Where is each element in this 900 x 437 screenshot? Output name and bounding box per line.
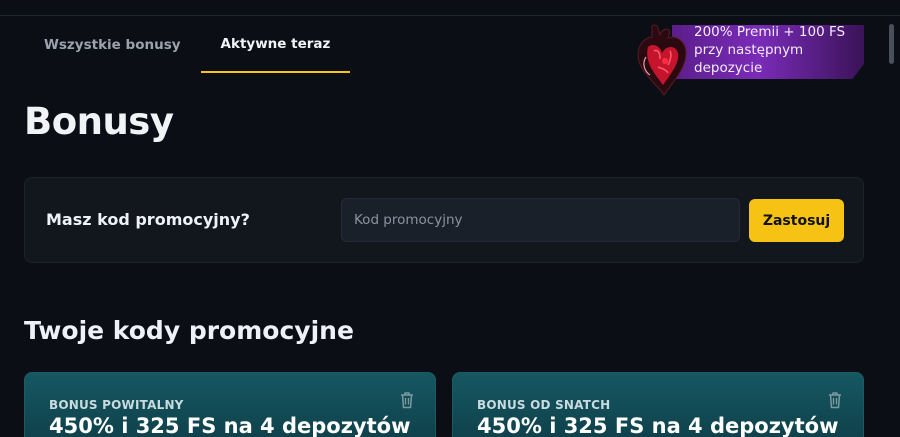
promo-banner-line-3: depozycie [694,60,763,76]
card-title: 450% i 325 FS na 4 depozytów [49,414,411,437]
apply-promo-button[interactable]: Zastosuj [749,199,844,242]
promo-banner-line-1: 200% Premii + 100 FS [694,24,846,40]
promo-banner-line-2: przy następnym [694,42,804,58]
trash-icon[interactable] [827,391,843,409]
trash-icon[interactable] [399,391,415,409]
card-title: 450% i 325 FS na 4 depozytów [477,414,839,437]
promo-code-card[interactable]: BONUS OD SNATCH 450% i 325 FS na 4 depoz… [452,372,864,437]
promo-code-label: Masz kod promocyjny? [46,210,250,229]
tab-all-bonuses[interactable]: Wszystkie bonusy [24,16,201,73]
promo-banner[interactable]: 200% Premii + 100 FS przy następnym depo… [632,23,866,96]
promo-code-input[interactable] [341,198,740,242]
section-title: Twoje kody promocyjne [24,316,354,345]
scrollbar-thumb[interactable] [889,24,894,64]
promo-code-panel: Masz kod promocyjny? Zastosuj [24,177,864,263]
page-title: Bonusy [24,100,174,143]
bonus-tabs: Wszystkie bonusy Aktywne teraz [24,16,351,73]
card-category: BONUS OD SNATCH [477,398,611,412]
promo-banner-text: 200% Premii + 100 FS przy następnym depo… [694,23,864,77]
promo-code-card[interactable]: BONUS POWITALNY 450% i 325 FS na 4 depoz… [24,372,436,437]
tab-active-now[interactable]: Aktywne teraz [200,16,351,73]
anatomical-heart-icon [637,24,687,96]
card-category: BONUS POWITALNY [49,398,184,412]
